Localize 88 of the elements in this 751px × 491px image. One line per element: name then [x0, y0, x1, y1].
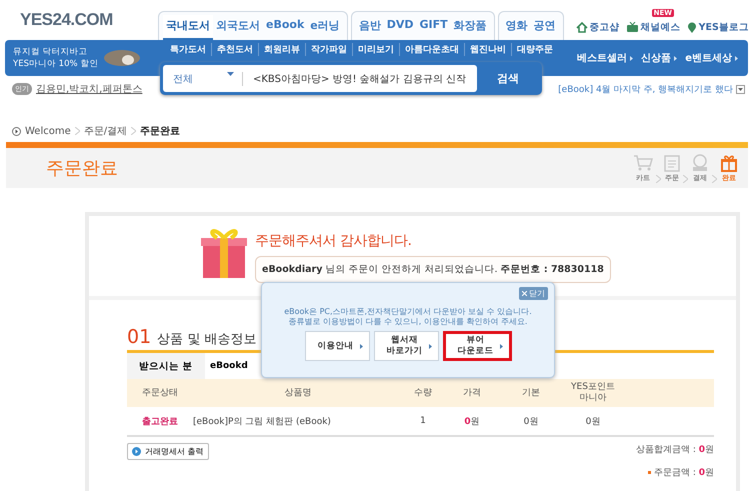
chevron-icon: [131, 127, 136, 135]
breadcrumb-link[interactable]: 주문완료: [140, 124, 180, 138]
category-tab[interactable]: GIFT: [416, 15, 451, 40]
breadcrumb-link[interactable]: 주문/결제: [84, 124, 128, 138]
sub-nav-link[interactable]: 작가파일: [305, 43, 352, 56]
chevron-icon: [74, 127, 80, 135]
sub-nav-link[interactable]: 대량주문: [511, 43, 558, 56]
gift-box-icon: [199, 226, 249, 280]
nav-link[interactable]: 베스트셀러: [577, 51, 634, 65]
section-number: 01: [127, 326, 152, 348]
gift-icon: [720, 154, 738, 172]
category-tab[interactable]: eBook: [263, 15, 308, 40]
close-button[interactable]: 닫기: [519, 287, 548, 300]
total-amount: 주문금액 : 0원: [654, 467, 714, 479]
total-amount: 상품합계금액 : 0원: [636, 444, 714, 456]
column-header: YES포인트 마니아: [570, 382, 616, 404]
popup-button[interactable]: 웹서재 바로가기: [374, 331, 438, 361]
news-ticker[interactable]: [eBook] 4월 마지막 주, 행복해지기로 했다: [558, 82, 733, 96]
category-tab[interactable]: 외국도서: [213, 15, 263, 40]
page-title: 주문완료: [46, 157, 118, 180]
table-cell-text: 0원: [463, 416, 481, 428]
search-button[interactable]: 검색: [477, 70, 539, 87]
category-select[interactable]: 전체: [173, 72, 193, 86]
table-cell-text: 0원: [584, 416, 602, 428]
sub-nav-link[interactable]: 웹진나비: [464, 43, 511, 56]
column-header: 상품명: [284, 388, 312, 398]
search-field[interactable]: 전체 <KBS아침마당> 방영! 숲해설가 김용규의 신작: [163, 65, 477, 92]
stamp-icon: [691, 154, 709, 172]
bullet-icon: [648, 471, 651, 474]
close-icon: [522, 291, 527, 296]
order-status: 출고완료: [141, 416, 179, 428]
nav-link[interactable]: 신상품: [641, 51, 678, 65]
chevron-icon: [360, 344, 362, 348]
category-tab[interactable]: 공연: [530, 15, 559, 40]
search-query: <KBS아침마당> 방영! 숲해설가 김용규의 신작: [252, 72, 466, 86]
quick-link[interactable]: YES블로그: [698, 21, 749, 34]
chevron-icon: [656, 174, 661, 182]
cart-icon: [633, 154, 653, 172]
document-icon: [664, 154, 680, 172]
category-tab[interactable]: 화장품: [450, 15, 490, 40]
chevron-icon: [630, 56, 634, 60]
column-header: 주문상태: [141, 388, 179, 398]
table-cell-text: 1: [419, 416, 427, 426]
sub-nav-link[interactable]: 회원리뷰: [258, 43, 305, 56]
popular-keywords[interactable]: 김용민,박코치,페퍼톤스: [36, 82, 142, 96]
column-header: 가격: [462, 388, 482, 398]
recipient-label: 받으시는 분: [127, 353, 205, 379]
chevron-icon: [674, 56, 678, 60]
order-message: eBookdiary 님의 주문이 안전하게 처리되었습니다. 주문번호 : 78830118: [255, 256, 611, 283]
popup-message: eBook은 PC,스마트폰,전자책단말기에서 다운받아 보실 수 있습니다. 종류별로 이용방법이 다를 수 있으니, 이용안내를 확인하여 주세요.: [284, 307, 532, 327]
quick-link[interactable]: 중고샵: [590, 21, 620, 34]
promo-banner[interactable]: 뮤지컬 닥터지바고 YES마니아 10% 할인: [5, 40, 155, 76]
print-receipt-button[interactable]: 거래명세서 출력: [127, 443, 209, 460]
house-icon: [576, 22, 588, 33]
sub-nav-link[interactable]: 아름다운초대: [399, 43, 464, 56]
dropdown-icon: [227, 72, 234, 76]
chevron-icon: [428, 344, 432, 348]
sub-nav-link[interactable]: 미리보기: [352, 43, 399, 56]
section-title: 상품 및 배송정보: [157, 331, 256, 348]
dropdown-icon[interactable]: [736, 84, 745, 94]
site-logo[interactable]: YES24.COM: [20, 10, 158, 40]
column-header: 기본: [521, 388, 541, 398]
popup-button[interactable]: 이용안내: [304, 331, 370, 361]
chevron-icon: [712, 174, 717, 182]
pin-icon: [686, 22, 697, 34]
category-tab[interactable]: 영화: [502, 15, 531, 40]
recipient-value: eBookd: [209, 361, 248, 371]
chevron-icon: [683, 174, 688, 182]
illustration-icon: [102, 47, 142, 69]
play-icon: [12, 126, 21, 136]
thanks-heading: 주문해주셔서 감사합니다.: [255, 232, 412, 250]
column-header: 수량: [413, 388, 433, 398]
breadcrumb-link[interactable]: Welcome: [25, 126, 71, 136]
tv-icon: [626, 22, 639, 33]
category-tab[interactable]: DVD: [384, 15, 417, 40]
chevron-icon: [735, 56, 738, 60]
table-cell-text: 0원: [522, 416, 540, 428]
category-tab[interactable]: 국내도서: [163, 15, 213, 40]
product-name[interactable]: [eBook]P의 그림 체험판 (eBook): [193, 414, 403, 428]
play-icon: [132, 447, 141, 456]
nav-link[interactable]: e벤트세상: [685, 51, 738, 65]
chevron-icon: [500, 344, 502, 348]
sub-nav-link[interactable]: 추천도서: [211, 43, 258, 56]
category-tab[interactable]: e러닝: [307, 15, 343, 40]
sub-nav-link[interactable]: 특가도서: [165, 43, 211, 56]
category-tab[interactable]: 음반: [356, 15, 384, 40]
popup-button[interactable]: 뷰어 다운로드: [442, 331, 512, 361]
quick-link[interactable]: 채널예스: [640, 21, 681, 34]
